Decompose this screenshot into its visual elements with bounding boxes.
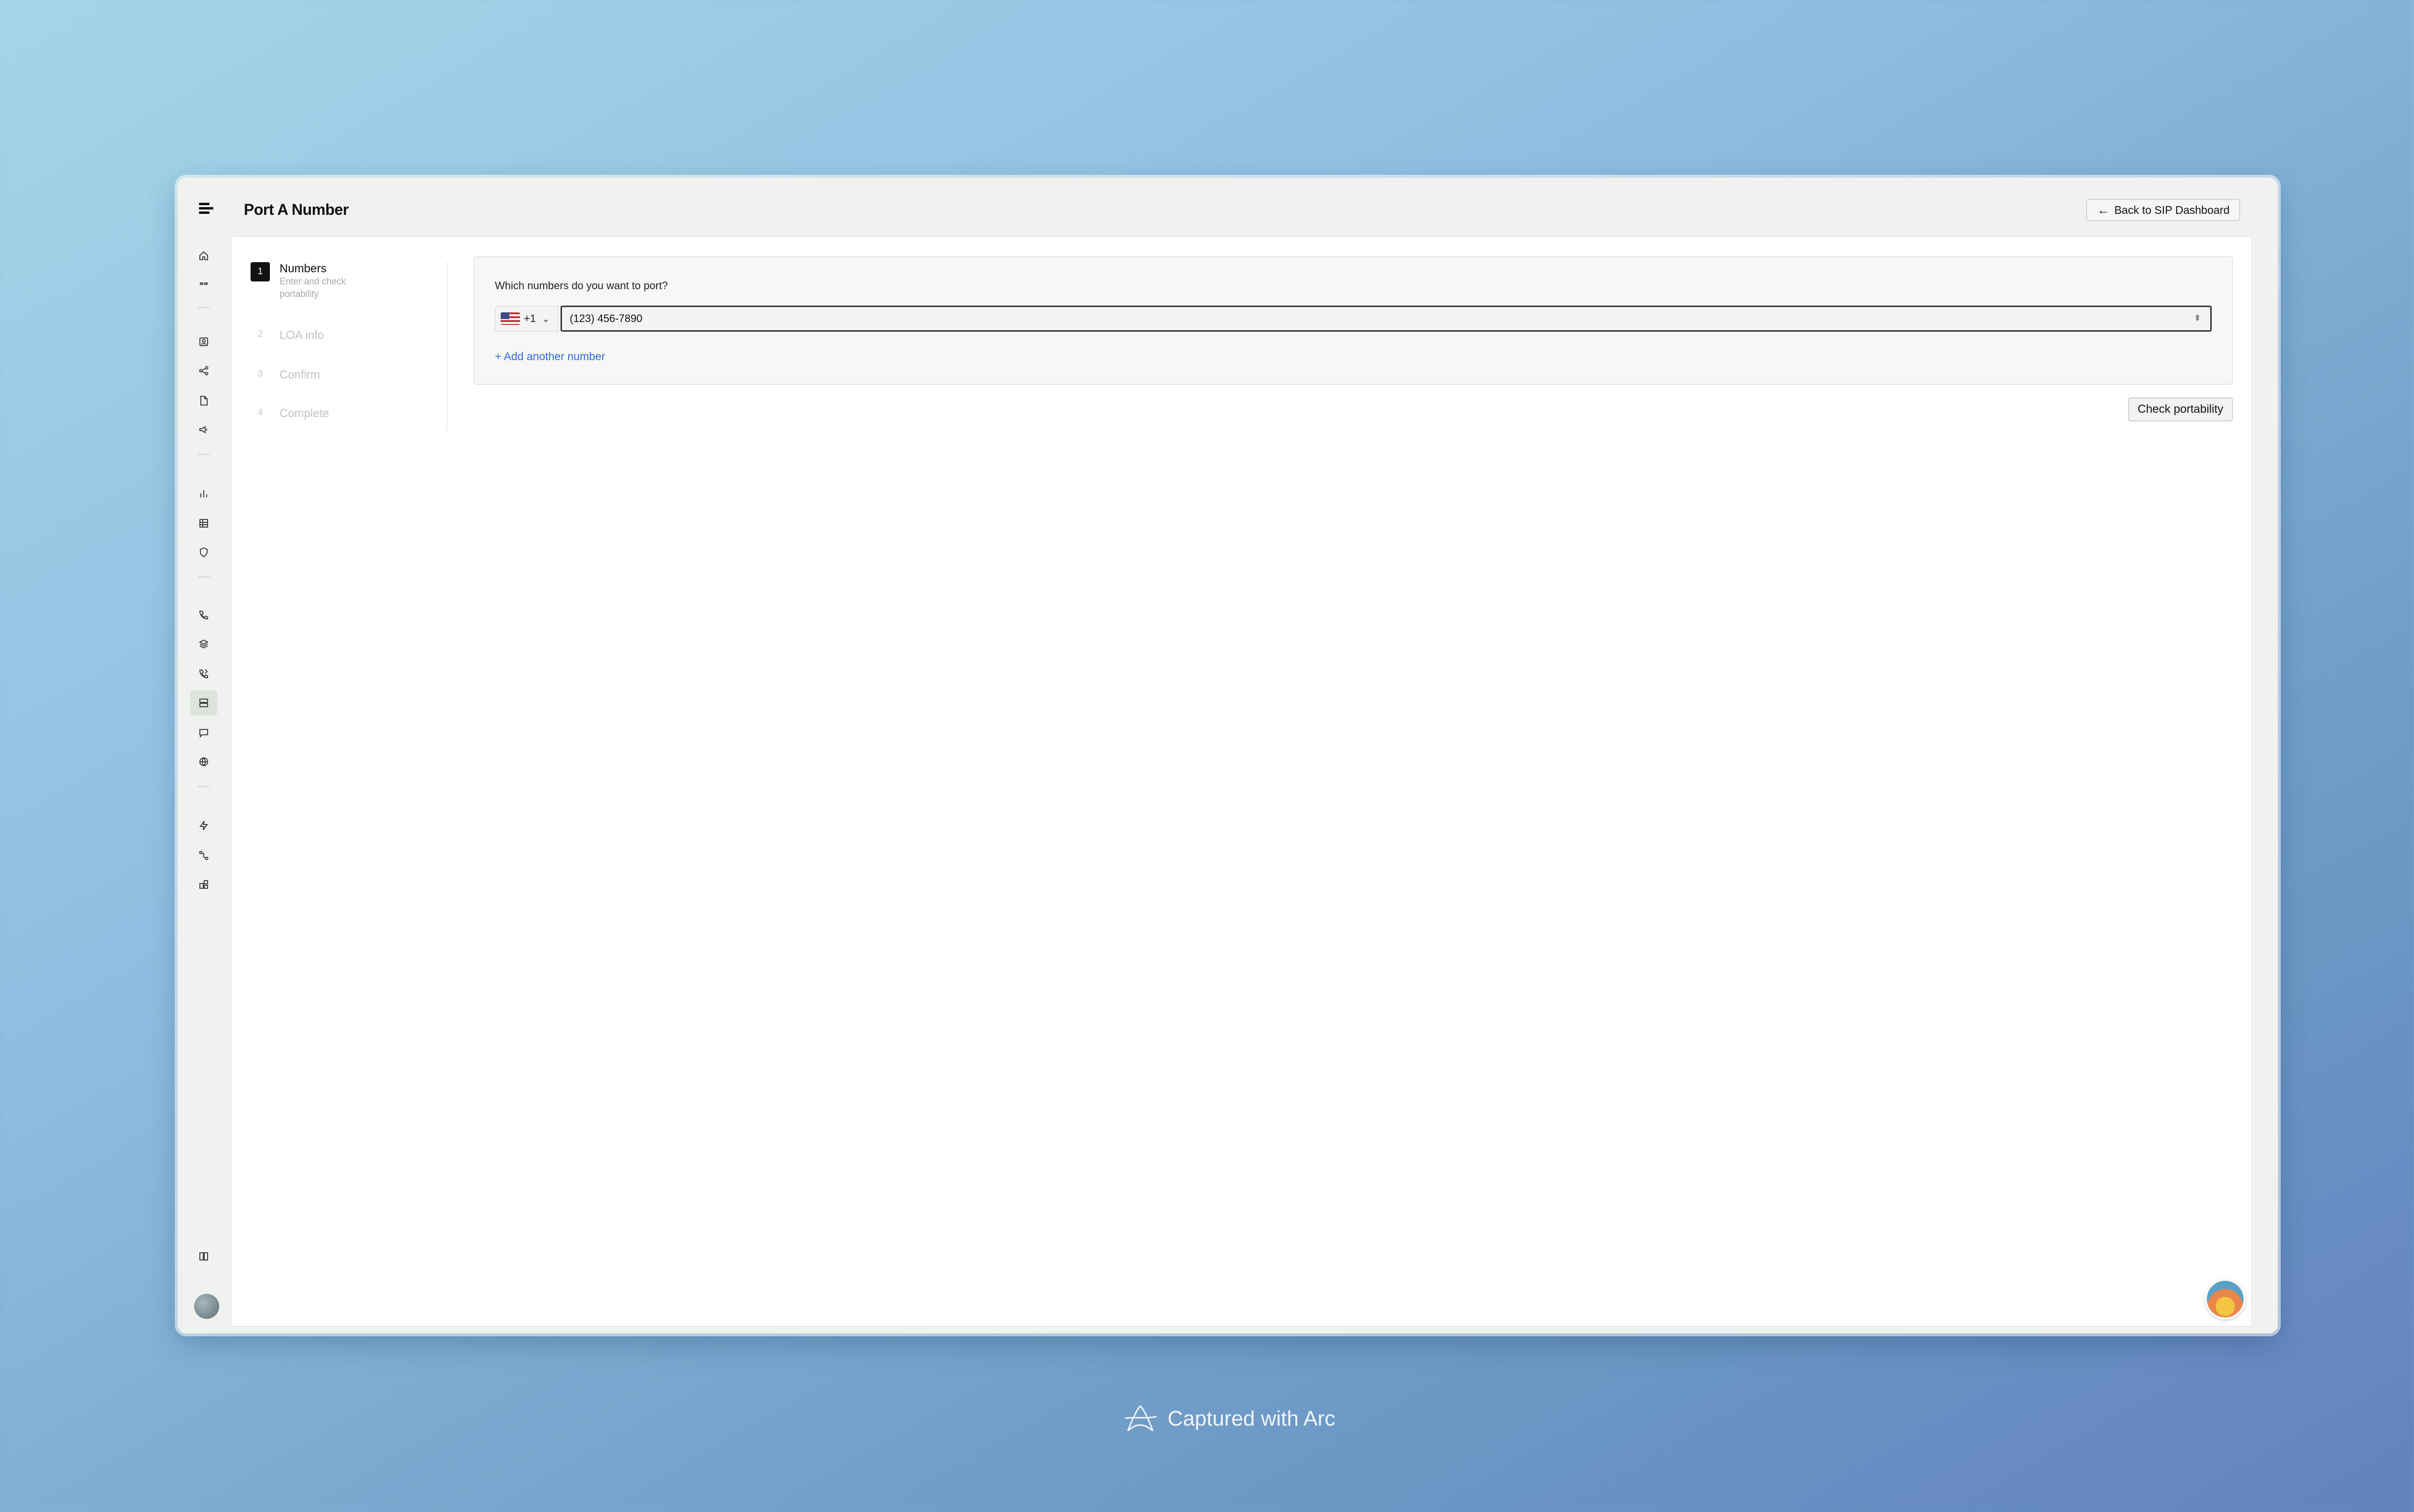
step-title: Complete bbox=[280, 407, 329, 420]
step-complete[interactable]: 4 Complete bbox=[251, 403, 329, 422]
page-title: Port A Number bbox=[244, 201, 349, 218]
megaphone-icon[interactable] bbox=[194, 420, 213, 439]
arc-footer: Captured with Arc bbox=[0, 1402, 2414, 1436]
user-avatar[interactable] bbox=[194, 1294, 219, 1319]
message-icon[interactable] bbox=[194, 723, 213, 742]
phone-icon[interactable] bbox=[194, 605, 213, 625]
back-button-label: Back to SIP Dashboard bbox=[2114, 203, 2230, 216]
numbers-card: Which numbers do you want to port? +1 ⌄ … bbox=[474, 256, 2233, 385]
step-number: 3 bbox=[257, 369, 263, 379]
back-to-dashboard-button[interactable]: ← Back to SIP Dashboard bbox=[2086, 199, 2240, 221]
check-portability-button[interactable]: Check portability bbox=[2128, 397, 2233, 421]
app-window: Port A Number ← Back to SIP Dashboard 1 … bbox=[178, 178, 2278, 1333]
sidebar-divider bbox=[198, 307, 210, 308]
numbers-question: Which numbers do you want to port? bbox=[495, 280, 668, 292]
step-confirm[interactable]: 3 Confirm bbox=[251, 364, 320, 384]
step-numbers[interactable]: 1 Numbers Enter and check portability bbox=[251, 262, 362, 301]
main-content: 1 Numbers Enter and check portability 2 … bbox=[231, 237, 2252, 1327]
shield-icon[interactable] bbox=[194, 543, 213, 562]
step-loa-info[interactable]: 2 LOA info bbox=[251, 325, 324, 344]
country-code-select[interactable]: +1 ⌄ bbox=[495, 306, 559, 332]
step-number: 4 bbox=[257, 407, 263, 418]
step-number: 2 bbox=[257, 329, 263, 339]
step-number: 1 bbox=[251, 262, 270, 281]
step-title: Numbers bbox=[280, 262, 327, 275]
bolt-icon[interactable] bbox=[194, 816, 213, 835]
share-icon[interactable] bbox=[194, 361, 213, 380]
phone-forward-icon[interactable] bbox=[194, 664, 213, 684]
book-icon[interactable] bbox=[194, 1246, 213, 1266]
add-another-number-link[interactable]: + Add another number bbox=[495, 350, 605, 363]
autofill-icon[interactable]: ⇞ bbox=[2194, 313, 2201, 323]
table-icon[interactable] bbox=[194, 514, 213, 533]
route-icon[interactable] bbox=[194, 846, 213, 865]
assistant-avatar[interactable] bbox=[2205, 1279, 2246, 1319]
quote-icon[interactable] bbox=[194, 274, 213, 294]
sidebar bbox=[178, 236, 230, 1333]
globe-icon[interactable] bbox=[194, 752, 213, 771]
stack-icon[interactable] bbox=[194, 634, 213, 654]
file-icon[interactable] bbox=[194, 391, 213, 410]
sidebar-divider bbox=[198, 454, 210, 455]
home-icon[interactable] bbox=[194, 246, 213, 266]
top-bar: Port A Number ← Back to SIP Dashboard bbox=[178, 178, 2278, 236]
step-subtitle: Enter and check portability bbox=[280, 277, 346, 299]
stepper-divider bbox=[447, 262, 448, 431]
sidebar-divider bbox=[198, 786, 210, 787]
arc-logo-icon bbox=[1125, 1405, 1157, 1432]
integrations-icon[interactable] bbox=[194, 875, 213, 894]
us-flag-icon bbox=[501, 312, 520, 325]
country-code-value: +1 bbox=[524, 312, 536, 324]
step-title: Confirm bbox=[280, 368, 321, 381]
chart-icon[interactable] bbox=[194, 484, 213, 503]
menu-icon[interactable] bbox=[199, 203, 213, 216]
contacts-icon[interactable] bbox=[194, 332, 213, 351]
chevron-down-icon: ⌄ bbox=[542, 313, 550, 324]
step-title: LOA info bbox=[280, 329, 324, 342]
arrow-left-icon: ← bbox=[2097, 203, 2110, 217]
server-icon[interactable] bbox=[190, 690, 217, 715]
sidebar-divider bbox=[198, 576, 210, 577]
phone-number-input[interactable] bbox=[561, 306, 2212, 332]
arc-footer-text: Captured with Arc bbox=[1167, 1407, 1335, 1430]
